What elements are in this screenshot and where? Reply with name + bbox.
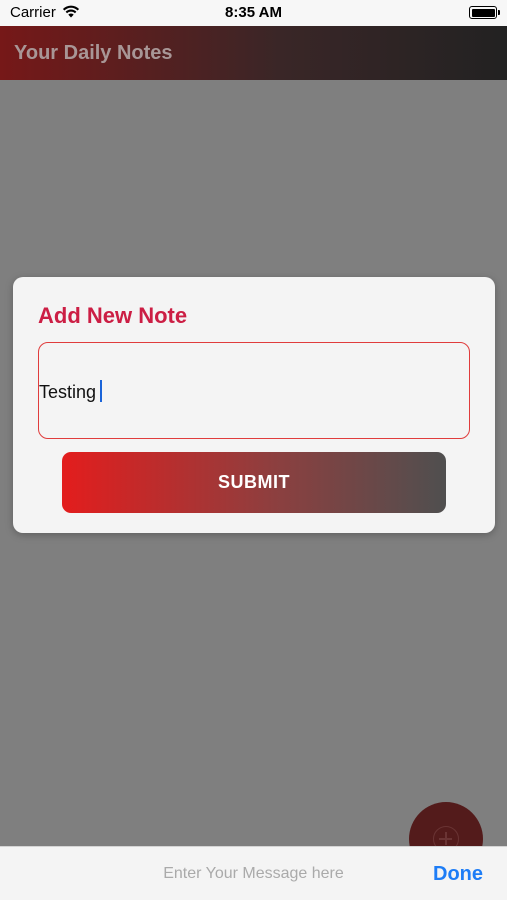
status-bar: Carrier 8:35 AM <box>0 0 507 26</box>
app-bar: Your Daily Notes <box>0 26 507 80</box>
note-input[interactable]: Testing <box>38 342 470 439</box>
app-title: Your Daily Notes <box>14 42 173 64</box>
submit-button[interactable]: SUBMIT <box>62 452 446 513</box>
status-time: 8:35 AM <box>225 4 282 21</box>
note-input-value: Testing <box>39 382 97 402</box>
battery-icon <box>469 6 500 19</box>
dialog-heading: Add New Note <box>38 303 188 328</box>
keyboard-toolbar: Enter Your Message here Done <box>0 846 507 900</box>
text-caret <box>100 380 103 402</box>
message-placeholder[interactable]: Enter Your Message here <box>0 865 507 883</box>
add-note-dialog: Add New Note Testing SUBMIT <box>13 277 495 533</box>
done-button[interactable]: Done <box>433 863 483 886</box>
